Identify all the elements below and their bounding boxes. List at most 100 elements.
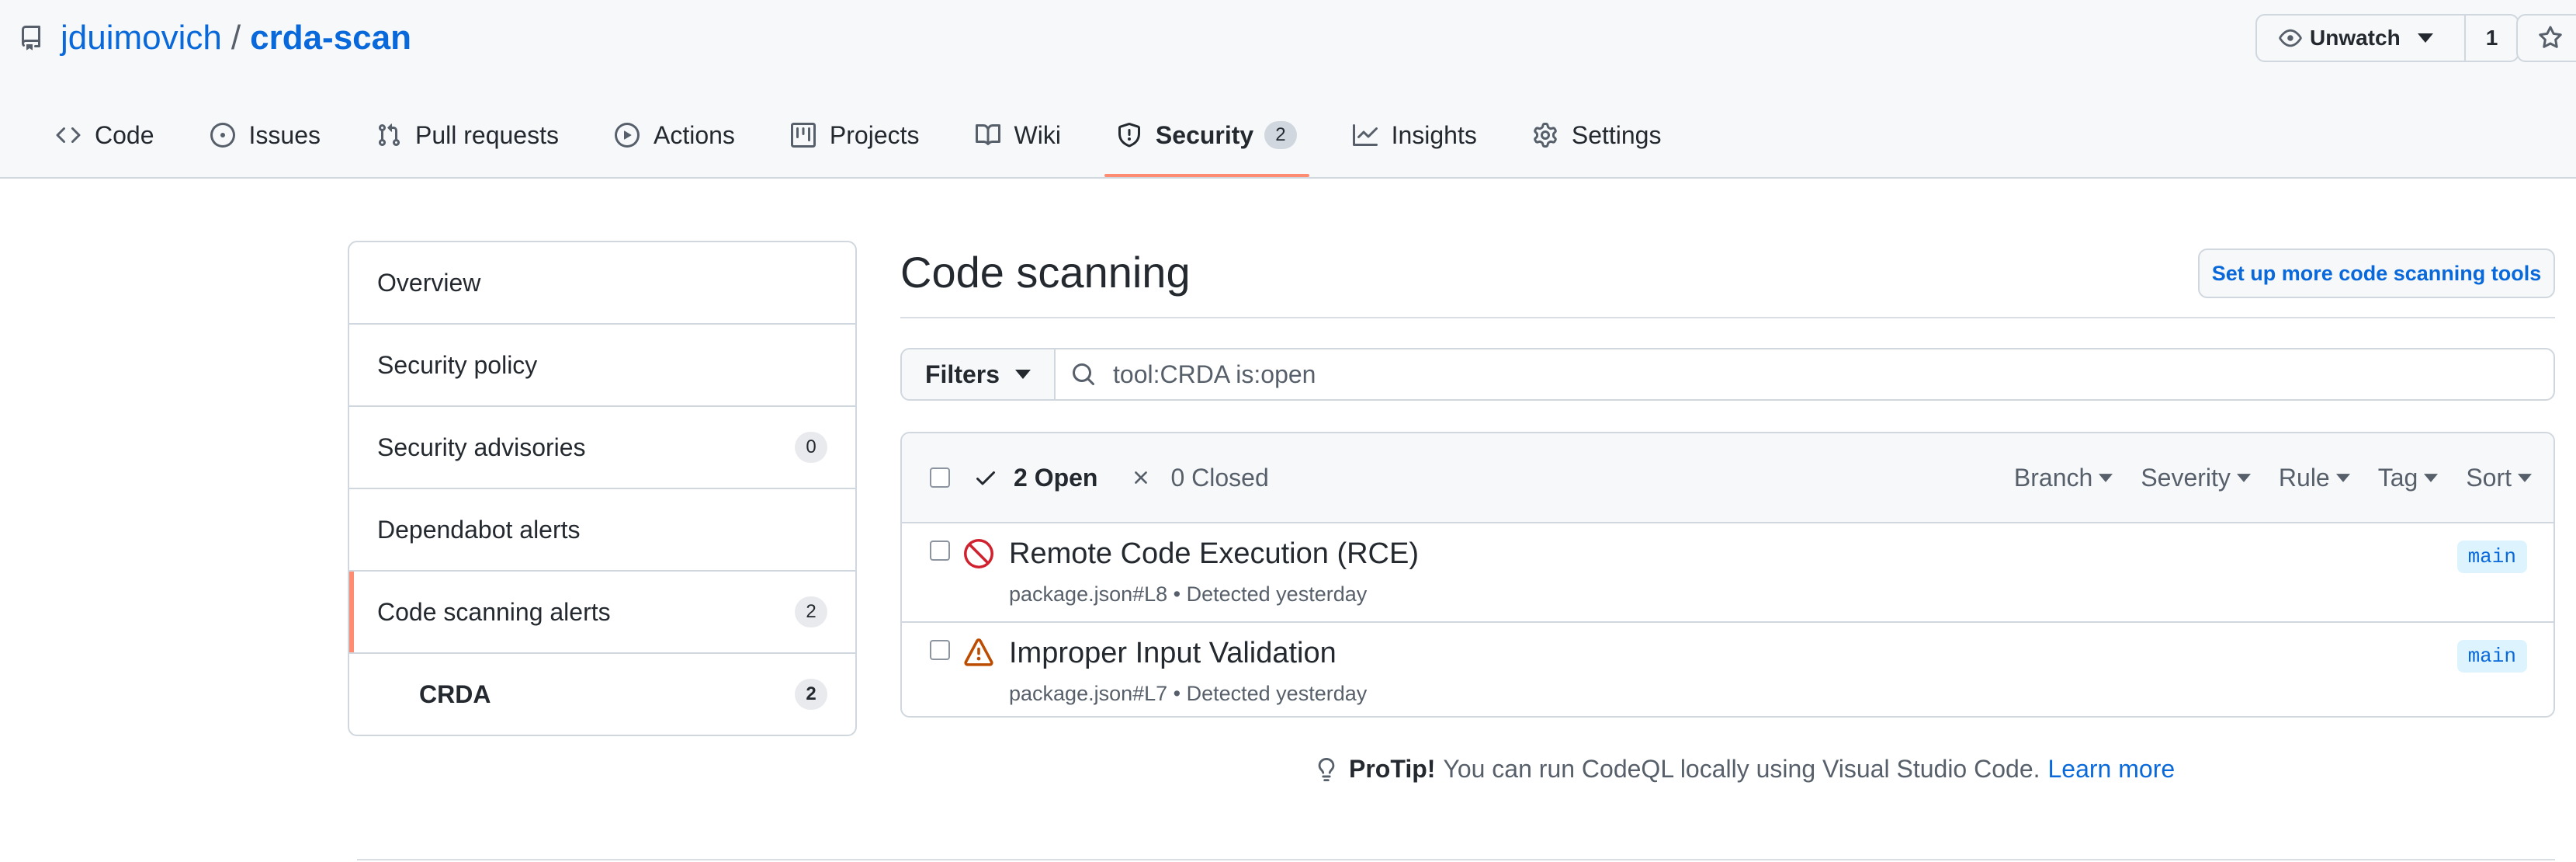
open-count-label: 2 Open <box>1014 463 1098 492</box>
alert-meta: package.json#L7 • Detected yesterday <box>1009 682 1368 705</box>
tab-actions-label: Actions <box>653 120 735 149</box>
security-sidebar: Overview Security policy Security adviso… <box>348 241 857 736</box>
sidebar-item-label: CRDA <box>419 680 491 708</box>
tab-wiki[interactable]: Wiki <box>963 109 1073 162</box>
search-input[interactable]: tool:CRDA is:open <box>1056 349 2553 399</box>
sidebar-item-count: 0 <box>795 432 827 463</box>
tab-insights-label: Insights <box>1391 120 1477 149</box>
unwatch-label: Unwatch <box>2310 26 2401 50</box>
tab-settings-label: Settings <box>1571 120 1662 149</box>
sidebar-item-dependabot-alerts[interactable]: Dependabot alerts <box>349 488 855 570</box>
alerts-list-header: 2 Open 0 Closed Branch Severity Rule Tag <box>902 433 2553 523</box>
search-query: tool:CRDA is:open <box>1113 360 1316 388</box>
sidebar-item-code-scanning-alerts[interactable]: Code scanning alerts 2 <box>349 570 855 652</box>
sidebar-item-security-policy[interactable]: Security policy <box>349 323 855 405</box>
alert-row: Improper Input Validation package.json#L… <box>902 623 2553 716</box>
protip: ProTip! You can run CodeQL locally using… <box>1315 755 2175 784</box>
chevron-down-icon <box>2518 473 2532 482</box>
setup-code-scanning-button[interactable]: Set up more code scanning tools <box>2198 249 2555 298</box>
tag-filter[interactable]: Tag <box>2378 464 2439 492</box>
closed-count-label: 0 Closed <box>1170 463 1269 492</box>
sidebar-item-count: 2 <box>795 679 827 710</box>
learn-more-link[interactable]: Learn more <box>2048 755 2176 784</box>
tab-settings[interactable]: Settings <box>1520 109 1674 162</box>
rule-filter-label: Rule <box>2278 463 2330 492</box>
chevron-down-icon <box>2236 473 2251 482</box>
tab-projects-label: Projects <box>829 120 920 149</box>
watch-button-group: Unwatch 1 <box>2255 14 2520 62</box>
code-icon <box>56 127 81 144</box>
alert-checkbox[interactable] <box>930 640 950 660</box>
eye-icon <box>2279 29 2302 47</box>
repo-separator: / <box>231 19 241 57</box>
alert-icon <box>964 638 993 666</box>
alert-title-link[interactable]: Remote Code Execution (RCE) <box>1009 537 1419 571</box>
stop-icon <box>964 539 993 568</box>
protip-label: ProTip! <box>1349 755 1436 783</box>
star-button[interactable] <box>2516 14 2576 62</box>
alert-meta: package.json#L8 • Detected yesterday <box>1009 582 1368 606</box>
sidebar-item-label: Security policy <box>377 350 538 379</box>
title-divider <box>900 317 2555 318</box>
branch-filter[interactable]: Branch <box>2014 464 2113 492</box>
tab-security[interactable]: Security 2 <box>1104 109 1309 177</box>
repo-tabs: Code Issues Pull requests Actions Projec… <box>43 109 1704 177</box>
chevron-down-icon <box>2417 33 2433 43</box>
tab-issues[interactable]: Issues <box>198 109 333 162</box>
gear-icon <box>1534 123 1557 148</box>
sidebar-item-overview[interactable]: Overview <box>349 242 855 323</box>
tab-wiki-label: Wiki <box>1014 120 1061 149</box>
list-filters: Branch Severity Rule Tag Sort <box>1986 464 2553 492</box>
footer-divider <box>357 859 2555 860</box>
repo-name-link[interactable]: crda-scan <box>250 19 411 57</box>
star-icon <box>2539 26 2562 48</box>
tab-code-label: Code <box>95 120 154 149</box>
sort-filter[interactable]: Sort <box>2466 464 2532 492</box>
tab-pull-requests[interactable]: Pull requests <box>364 109 571 162</box>
alert-title-link[interactable]: Improper Input Validation <box>1009 637 1337 670</box>
tab-actions[interactable]: Actions <box>602 109 747 162</box>
graph-icon <box>1352 124 1378 146</box>
severity-filter[interactable]: Severity <box>2141 464 2251 492</box>
tab-issues-label: Issues <box>248 120 321 149</box>
repo-header: jduimovich / crda-scan Unwatch 1 Code Is… <box>0 0 2576 179</box>
pull-request-icon <box>378 123 400 147</box>
x-icon <box>1135 471 1148 484</box>
sidebar-item-count: 2 <box>795 596 827 627</box>
tab-security-label: Security <box>1155 120 1254 149</box>
sidebar-item-label: Security advisories <box>377 433 586 461</box>
select-all-checkbox[interactable] <box>930 467 950 488</box>
open-filter[interactable]: 2 Open <box>973 464 1097 492</box>
light-bulb-icon <box>1318 757 1335 781</box>
sidebar-item-label: Code scanning alerts <box>377 597 611 626</box>
project-icon <box>790 123 816 148</box>
branch-filter-label: Branch <box>2013 463 2093 492</box>
protip-text: You can run CodeQL locally using Visual … <box>1443 755 2040 783</box>
tab-insights[interactable]: Insights <box>1340 109 1489 162</box>
tab-projects[interactable]: Projects <box>778 109 932 162</box>
search-bar: Filters tool:CRDA is:open <box>900 348 2555 401</box>
chevron-down-icon <box>2335 473 2350 482</box>
tag-filter-label: Tag <box>2377 463 2418 492</box>
alert-checkbox[interactable] <box>930 540 950 561</box>
repo-title: jduimovich / crda-scan <box>19 14 411 62</box>
check-icon <box>976 471 995 485</box>
watch-count[interactable]: 1 <box>2466 16 2519 61</box>
branch-tag[interactable]: main <box>2456 540 2527 573</box>
unwatch-button[interactable]: Unwatch <box>2257 16 2466 61</box>
branch-tag[interactable]: main <box>2456 640 2527 673</box>
filters-button[interactable]: Filters <box>902 349 1056 399</box>
sidebar-item-security-advisories[interactable]: Security advisories 0 <box>349 405 855 488</box>
shield-icon <box>1118 123 1140 148</box>
play-icon <box>614 123 640 148</box>
tab-security-counter: 2 <box>1264 121 1297 149</box>
severity-filter-label: Severity <box>2141 463 2231 492</box>
repo-owner-link[interactable]: jduimovich <box>61 19 222 57</box>
chevron-down-icon <box>2424 473 2439 482</box>
repo-icon <box>21 26 40 50</box>
rule-filter[interactable]: Rule <box>2279 464 2350 492</box>
tab-pull-requests-label: Pull requests <box>414 120 559 149</box>
closed-filter[interactable]: 0 Closed <box>1130 463 1269 492</box>
tab-code[interactable]: Code <box>43 109 167 162</box>
sidebar-item-crda[interactable]: CRDA 2 <box>349 652 855 735</box>
